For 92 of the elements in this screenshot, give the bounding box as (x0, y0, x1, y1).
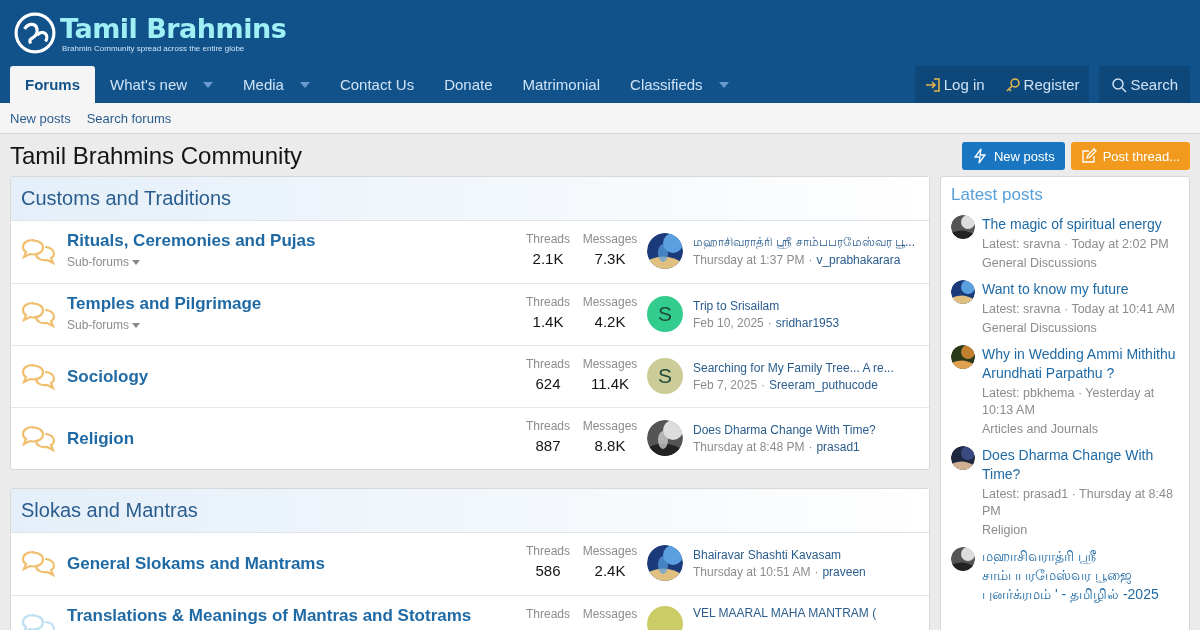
category-title[interactable]: Customs and Traditions (11, 177, 929, 221)
forum-link[interactable]: Articles and Journals (982, 421, 1179, 438)
separator-dot: · (814, 564, 819, 579)
subnav-link[interactable]: Search forums (86, 110, 172, 126)
login-icon (924, 76, 941, 93)
forum-link[interactable]: Religion (982, 522, 1179, 539)
latest-post-link[interactable]: Does Dharma Change With Time? (982, 446, 1179, 484)
stat-label: Threads (526, 544, 570, 558)
new-posts-button[interactable]: New posts (961, 142, 1065, 170)
subnav-link[interactable]: New posts (10, 110, 71, 126)
stat-label: Threads (526, 607, 570, 621)
stat-label: Messages (582, 607, 638, 621)
stat-label: Messages (582, 544, 638, 558)
logo-icon (14, 12, 56, 54)
stat-value: 586 (535, 562, 561, 579)
username-link[interactable]: prasad1 (816, 439, 860, 454)
stat-value: 2.4K (594, 562, 626, 579)
forum-title[interactable]: General Slokams and Mantrams (67, 554, 517, 574)
stat-value: 11.4K (590, 375, 630, 392)
site-tagline: Brahmin Community spread across the entire globe (62, 43, 246, 53)
forum-title[interactable]: Rituals, Ceremonies and Pujas (67, 231, 517, 251)
stat-label: Threads (526, 357, 570, 371)
subforums-toggle[interactable]: Sub-forums (67, 318, 517, 332)
nav-tab[interactable]: Classifieds (615, 66, 744, 103)
login-button[interactable]: Log in (914, 66, 995, 103)
post-meta: Latest: pbkhema · Yesterday at 10:13 AM (982, 385, 1156, 419)
stat-label: Messages (582, 295, 638, 309)
caret-icon (132, 322, 141, 328)
user-avatar[interactable]: S (647, 358, 683, 394)
latest-thread-link[interactable]: Does Dharma Change With Time? (693, 422, 876, 437)
username-link[interactable]: v_prabhakarara (816, 253, 901, 267)
nav-tab[interactable]: Forums (10, 66, 95, 103)
site-name[interactable]: Tamil Brahmins (60, 13, 287, 44)
search-icon (1111, 76, 1128, 93)
forum-link[interactable]: General Discussions (982, 320, 1175, 337)
latest-post-link[interactable]: The magic of spiritual energy (982, 215, 1169, 234)
latest-thread-link[interactable]: Searching for My Family Tree... A re... (693, 360, 894, 375)
stat-value: 4.2K (594, 313, 626, 330)
forum-title[interactable]: Sociology (67, 367, 517, 387)
forum-link[interactable]: General Discussions (982, 255, 1169, 272)
username-link[interactable]: sridhar1953 (775, 315, 840, 330)
stat-value: 2.1K (532, 250, 564, 267)
stat-value: 1.4K (532, 313, 564, 330)
post-date: Feb 7, 2025 (693, 377, 758, 392)
page-title: Tamil Brahmins Community (10, 142, 303, 170)
nav-tab[interactable]: Donate (429, 66, 508, 103)
post-date: Thursday at 10:51 AM (693, 564, 811, 579)
forum-title[interactable]: Religion (67, 429, 517, 449)
nav-tab[interactable]: Contact Us (324, 66, 430, 103)
separator-dot: · (761, 377, 766, 392)
search-button[interactable]: Search (1099, 66, 1190, 103)
key-icon (1004, 76, 1021, 93)
stat-label: Messages (582, 419, 638, 433)
stat-label: Threads (526, 232, 570, 246)
nav-tab[interactable]: Matrimonial (507, 66, 616, 103)
nav-tab[interactable]: What's new (95, 66, 229, 103)
username-link[interactable]: praveen (822, 564, 866, 579)
separator-dot: · (808, 439, 813, 454)
latest-thread-link[interactable]: மஹாசிவராத்ரி ஸ்ரீ சாம்பபரமேஸ்வர பூ... (693, 235, 915, 250)
user-avatar[interactable]: S (647, 296, 683, 332)
subforums-toggle[interactable]: Sub-forums (67, 255, 517, 269)
username-link[interactable]: Sreeram_puthucode (769, 377, 878, 392)
separator-dot: · (767, 315, 772, 330)
edit-icon (1080, 148, 1097, 164)
latest-thread-link[interactable]: Bhairavar Shashti Kavasam (693, 547, 866, 562)
lightning-icon (971, 148, 988, 164)
post-date: Thursday at 1:37 PM (693, 253, 805, 267)
latest-thread-link[interactable]: Trip to Srisailam (693, 298, 840, 313)
category-title[interactable]: Slokas and Mantras (11, 489, 929, 533)
post-date: Feb 10, 2025 (693, 315, 764, 330)
stat-value: 8.8K (594, 437, 626, 454)
forum-title[interactable]: Temples and Pilgrimage (67, 294, 517, 314)
stat-label: Threads (526, 419, 570, 433)
stat-label: Messages (582, 232, 638, 246)
post-meta: Latest: prasad1 · Thursday at 8:48 PM (982, 486, 1174, 520)
stat-value: 887 (535, 437, 561, 454)
latest-thread-link[interactable]: VEL MAARAL MAHA MANTRAM ( (693, 606, 877, 620)
latest-post-link[interactable]: மஹாசிவராத்ரி ஸ்ரீ சாம்பபரமேஸ்வர பூஜை புனர்க்ரமம் ' - தமிழில் -2025 (982, 547, 1179, 604)
latest-post-link[interactable]: Why in Wedding Ammi Mithithu Arundhati Parpathu ? (982, 345, 1179, 383)
stat-label: Messages (582, 357, 638, 371)
nav-tab[interactable]: Media (228, 66, 325, 103)
post-meta: Latest: sravna · Today at 2:02 PM (982, 236, 1169, 253)
separator-dot: · (808, 253, 813, 267)
forum-title[interactable]: Translations & Meanings of Mantras and Stotrams (67, 606, 517, 626)
latest-post-link[interactable]: Want to know my future (982, 280, 1175, 299)
post-meta: Latest: sravna · Today at 10:41 AM (982, 301, 1175, 318)
register-button[interactable]: Register (994, 66, 1090, 103)
stat-label: Threads (526, 295, 570, 309)
caret-icon (132, 259, 141, 265)
stat-value: 624 (535, 375, 561, 392)
post-date: Thursday at 8:48 PM (693, 439, 805, 454)
stat-value: 7.3K (594, 250, 626, 267)
